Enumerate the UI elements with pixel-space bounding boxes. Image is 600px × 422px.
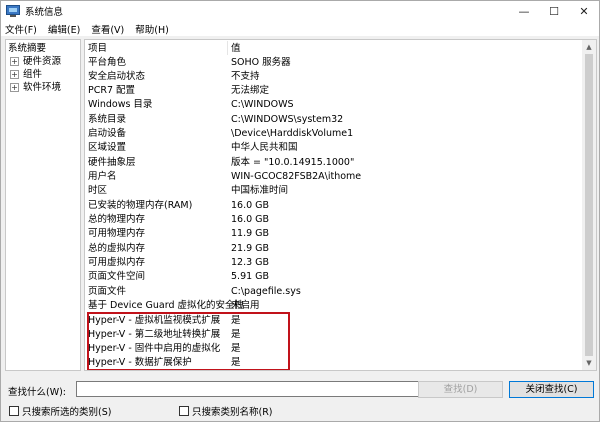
search-category-names-option[interactable]: 只搜索类别名称(R) (179, 404, 273, 418)
expand-icon[interactable]: + (10, 70, 19, 79)
row-item: 安全启动状态 (88, 71, 146, 82)
table-row[interactable]: 基于 Device Guard 虚拟化的安全性 未启用 (85, 298, 583, 313)
row-item: 用户名 (88, 171, 117, 182)
find-label: 查找什么(W): (8, 387, 67, 398)
row-item: 硬件抽象层 (88, 157, 136, 168)
find-panel: 查找什么(W): 查找(D) 关闭查找(C) 只搜索所选的类别(S) 只搜索类别… (1, 379, 599, 422)
window-controls: — ☐ ✕ (509, 1, 599, 21)
row-item: 平台角色 (88, 57, 127, 68)
tree-item-system-summary[interactable]: 系统摘要 (6, 42, 80, 55)
checkbox[interactable] (179, 406, 189, 416)
row-item: 时区 (88, 185, 108, 196)
details-list: 项目 值 平台角色 SOHO 服务器 安全启动状态 不支持 PCR7 配置 无法绑定 … (84, 39, 597, 371)
title-bar: 系统信息 — ☐ ✕ (1, 1, 599, 21)
tree-item-label: 软件环境 (23, 82, 62, 93)
row-item: 系统目录 (88, 114, 127, 125)
row-item: Windows 目录 (88, 99, 153, 110)
table-row[interactable]: 已安装的物理内存(RAM) 16.0 GB (85, 198, 583, 213)
table-row[interactable]: 用户名 WIN-GCOC82FSB2A\ithome (85, 169, 583, 184)
tree-item-label: 硬件资源 (23, 56, 62, 67)
tree-item-label: 组件 (23, 69, 43, 80)
find-input[interactable] (76, 381, 431, 397)
column-header-item[interactable]: 项目 (88, 41, 107, 56)
window-title: 系统信息 (25, 7, 64, 18)
table-row[interactable]: 页面文件 C:\pagefile.sys (85, 284, 583, 299)
tree-item-components[interactable]: + 组件 (6, 68, 80, 81)
expand-icon[interactable]: + (10, 83, 19, 92)
table-row[interactable]: 可用物理内存 11.9 GB (85, 226, 583, 241)
table-row[interactable]: PCR7 配置 无法绑定 (85, 83, 583, 98)
row-value: 5.91 GB (231, 271, 270, 282)
table-row[interactable]: 硬件抽象层 版本 = "10.0.14915.1000" (85, 155, 583, 170)
row-value: C:\pagefile.sys (231, 286, 301, 297)
row-value: 中华人民共和国 (231, 142, 298, 153)
table-row[interactable]: 区域设置 中华人民共和国 (85, 140, 583, 155)
checkbox[interactable] (9, 406, 19, 416)
row-item: 可用物理内存 (88, 228, 146, 239)
row-item: 页面文件空间 (88, 271, 146, 282)
row-item: 启动设备 (88, 128, 127, 139)
column-header-value[interactable]: 值 (231, 41, 241, 56)
expand-icon[interactable]: + (10, 57, 19, 66)
row-item: 页面文件 (88, 286, 127, 297)
hyper-v-highlight-box (87, 312, 290, 370)
row-item: PCR7 配置 (88, 85, 136, 96)
tree-item-software-environment[interactable]: + 软件环境 (6, 81, 80, 94)
row-value: 未启用 (231, 300, 260, 311)
tree-item-hardware-resources[interactable]: + 硬件资源 (6, 55, 80, 68)
menu-view[interactable]: 查看(V) (91, 22, 124, 36)
row-item: 已安装的物理内存(RAM) (88, 200, 193, 211)
menu-file[interactable]: 文件(F) (5, 22, 37, 36)
vertical-scrollbar[interactable]: ▲ ▼ (582, 40, 596, 370)
search-selected-category-option[interactable]: 只搜索所选的类别(S) (9, 404, 111, 418)
system-info-window: 系统信息 — ☐ ✕ 文件(F) 编辑(E) 查看(V) 帮助(H) 系统摘要 … (0, 0, 600, 422)
list-header: 项目 值 (85, 41, 583, 56)
table-row[interactable]: Windows 目录 C:\WINDOWS (85, 97, 583, 112)
menu-edit[interactable]: 编辑(E) (48, 22, 80, 36)
scrollbar-thumb[interactable] (585, 54, 593, 356)
row-value: 版本 = "10.0.14915.1000" (231, 157, 355, 168)
row-item: 可用虚拟内存 (88, 257, 146, 268)
table-row[interactable]: 平台角色 SOHO 服务器 (85, 55, 583, 70)
row-value: 16.0 GB (231, 200, 270, 211)
table-row[interactable]: 安全启动状态 不支持 (85, 69, 583, 84)
column-divider[interactable] (227, 41, 228, 55)
checkbox-label: 只搜索类别名称(R) (192, 407, 273, 418)
menu-help[interactable]: 帮助(H) (135, 22, 169, 36)
close-button[interactable]: ✕ (569, 1, 599, 21)
table-row[interactable]: 可用虚拟内存 12.3 GB (85, 255, 583, 270)
system-info-app-icon (6, 5, 20, 17)
minimize-button[interactable]: — (509, 1, 539, 21)
row-value: \Device\HarddiskVolume1 (231, 128, 354, 139)
table-row[interactable]: 总的物理内存 16.0 GB (85, 212, 583, 227)
checkbox-label: 只搜索所选的类别(S) (22, 407, 112, 418)
maximize-button[interactable]: ☐ (539, 1, 569, 21)
row-item: 总的虚拟内存 (88, 243, 146, 254)
close-find-button[interactable]: 关闭查找(C) (509, 381, 594, 398)
scroll-down-icon[interactable]: ▼ (582, 356, 596, 370)
row-value: 12.3 GB (231, 257, 270, 268)
row-value: 不支持 (231, 71, 260, 82)
row-item: 基于 Device Guard 虚拟化的安全性 (88, 300, 245, 311)
row-value: SOHO 服务器 (231, 57, 291, 68)
table-row[interactable]: 时区 中国标准时间 (85, 183, 583, 198)
table-row[interactable]: 总的虚拟内存 21.9 GB (85, 241, 583, 256)
row-value: C:\WINDOWS (231, 99, 294, 110)
find-button[interactable]: 查找(D) (418, 381, 503, 398)
row-value: C:\WINDOWS\system32 (231, 114, 344, 125)
table-row[interactable]: 启动设备 \Device\HarddiskVolume1 (85, 126, 583, 141)
row-item: 区域设置 (88, 142, 127, 153)
table-row[interactable]: 系统目录 C:\WINDOWS\system32 (85, 112, 583, 127)
row-value: 无法绑定 (231, 85, 270, 96)
table-row[interactable]: 页面文件空间 5.91 GB (85, 269, 583, 284)
category-tree: 系统摘要 + 硬件资源 + 组件 + 软件环境 (5, 39, 81, 371)
row-value: 11.9 GB (231, 228, 270, 239)
scroll-up-icon[interactable]: ▲ (582, 40, 596, 54)
row-item: 总的物理内存 (88, 214, 146, 225)
row-value: WIN-GCOC82FSB2A\ithome (231, 171, 362, 182)
row-value: 16.0 GB (231, 214, 270, 225)
row-value: 21.9 GB (231, 243, 270, 254)
menu-bar: 文件(F) 编辑(E) 查看(V) 帮助(H) (1, 21, 599, 37)
row-value: 中国标准时间 (231, 185, 289, 196)
